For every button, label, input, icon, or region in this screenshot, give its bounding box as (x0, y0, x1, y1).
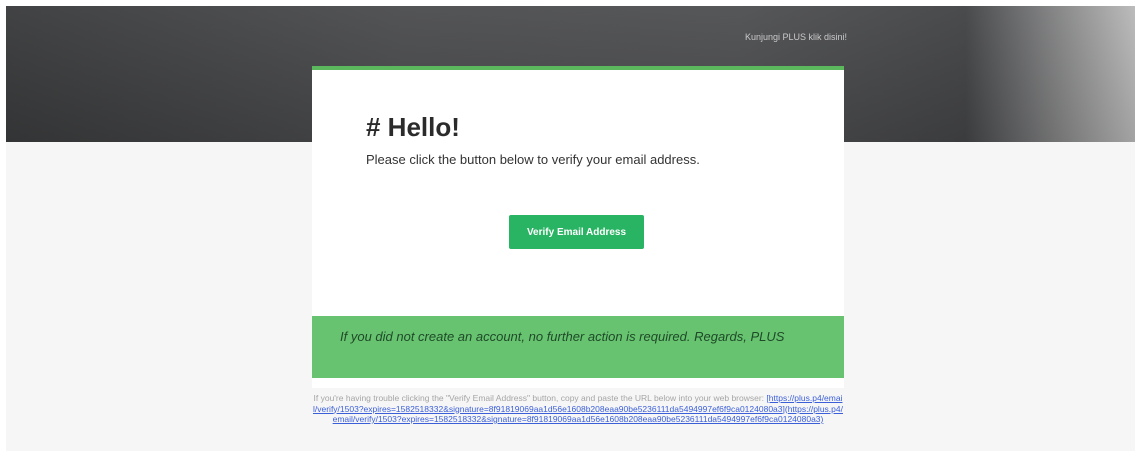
email-page: Kunjungi PLUS klik disini! # Hello! Plea… (0, 0, 1141, 457)
notice-banner: If you did not create an account, no fur… (312, 316, 844, 378)
intro-text: Please click the button below to verify … (366, 152, 700, 167)
verify-email-button[interactable]: Verify Email Address (509, 215, 644, 249)
visit-plus-link[interactable]: Kunjungi PLUS klik disini! (745, 32, 847, 42)
email-card: # Hello! Please click the button below t… (312, 66, 844, 388)
email-frame: Kunjungi PLUS klik disini! # Hello! Plea… (6, 6, 1135, 451)
greeting-heading: # Hello! (366, 112, 460, 142)
trouble-footer: If you're having trouble clicking the "V… (312, 393, 844, 425)
trouble-text: If you're having trouble clicking the "V… (313, 393, 767, 403)
